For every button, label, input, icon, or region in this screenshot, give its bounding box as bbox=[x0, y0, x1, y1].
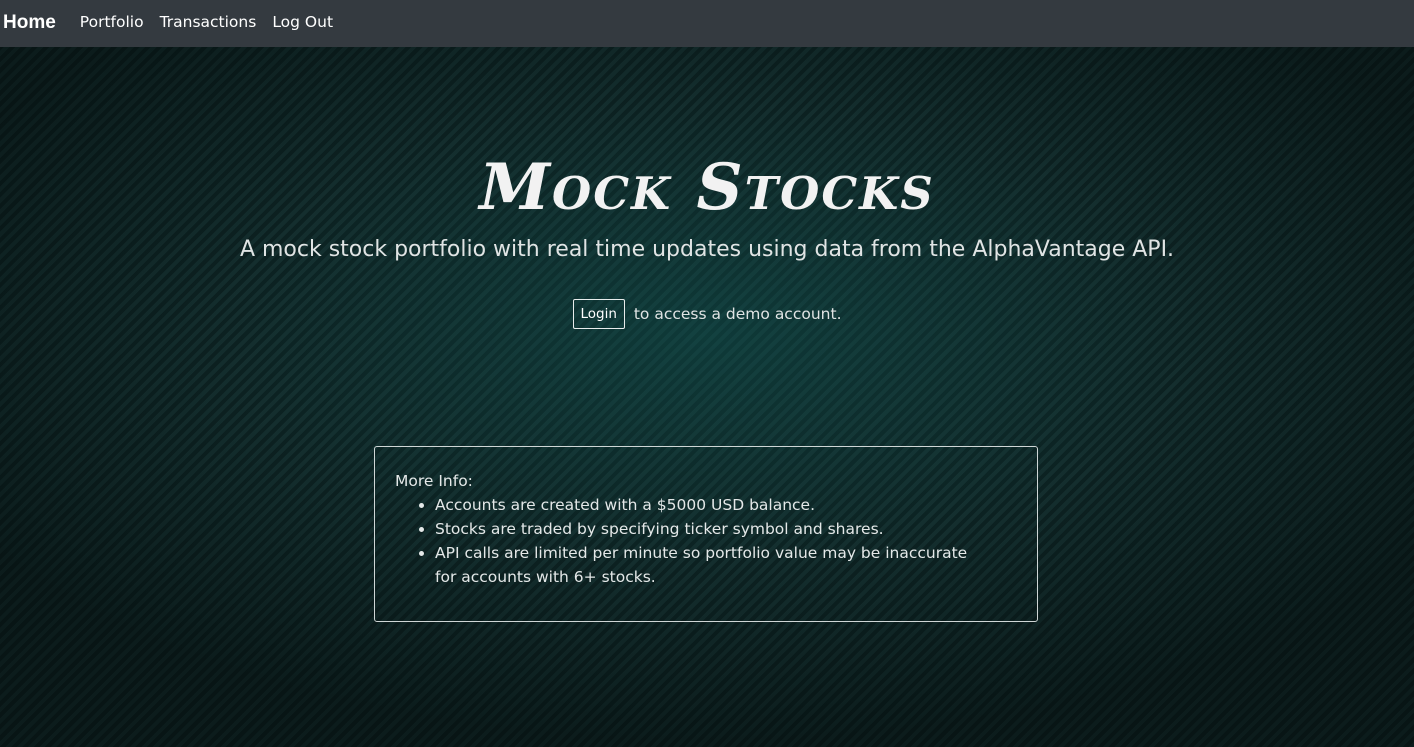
nav-logout-link[interactable]: Log Out bbox=[272, 13, 333, 31]
more-info-title: More Info: bbox=[395, 472, 473, 490]
navbar: Home Portfolio Transactions Log Out bbox=[0, 0, 1414, 47]
striped-background bbox=[0, 0, 1414, 747]
nav-transactions-link[interactable]: Transactions bbox=[160, 13, 257, 31]
login-prompt: Login to access a demo account. bbox=[0, 299, 1414, 329]
list-item: Stocks are traded by specifying ticker s… bbox=[435, 517, 975, 541]
page-subtitle: A mock stock portfolio with real time up… bbox=[239, 237, 1175, 262]
more-info-list: Accounts are created with a $5000 USD ba… bbox=[395, 493, 1017, 589]
login-prompt-text: to access a demo account. bbox=[633, 305, 842, 323]
list-item: API calls are limited per minute so port… bbox=[435, 541, 975, 589]
nav-portfolio-link[interactable]: Portfolio bbox=[80, 13, 144, 31]
more-info-box: More Info: Accounts are created with a $… bbox=[374, 446, 1038, 622]
page-title: Mock Stocks bbox=[479, 150, 935, 225]
nav-home-link[interactable]: Home bbox=[3, 12, 56, 34]
login-button[interactable]: Login bbox=[572, 299, 625, 329]
list-item: Accounts are created with a $5000 USD ba… bbox=[435, 493, 975, 517]
